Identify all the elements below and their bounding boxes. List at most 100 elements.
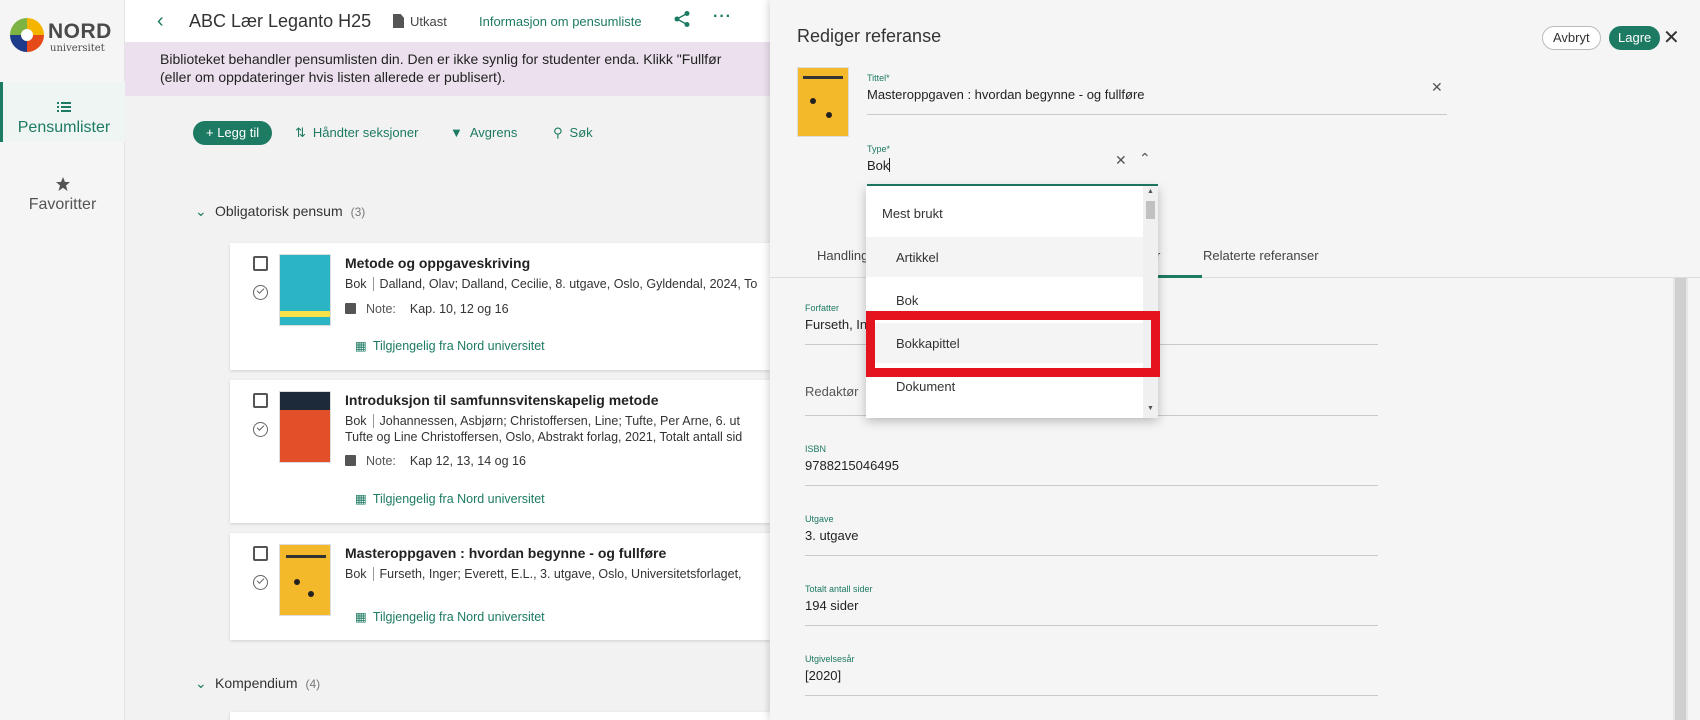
title-field[interactable]: Tittel* Masteroppgaven : hvordan begynne… xyxy=(867,73,1447,115)
sidebar-item-pensumlister[interactable]: Pensumlister xyxy=(0,82,125,142)
select-checkbox[interactable] xyxy=(253,393,268,408)
pages-field-label: Totalt antall sider xyxy=(805,584,873,594)
search-label: Søk xyxy=(569,125,593,140)
filter-button[interactable]: ▼ Avgrens xyxy=(450,125,517,140)
year-field[interactable]: Utgivelsesår [2020] xyxy=(805,654,1378,696)
book-cover-image xyxy=(797,67,849,137)
pages-field-value[interactable]: 194 sider xyxy=(805,598,1378,613)
item-note: Note: Kap 12, 13, 14 og 16 xyxy=(345,454,526,468)
dropdown-option-bokkapittel[interactable]: Bokkapittel xyxy=(866,323,1143,363)
isbn-field-underline xyxy=(805,485,1378,486)
filter-label: Avgrens xyxy=(469,125,518,140)
title-field-value[interactable]: Masteroppgaven : hvordan begynne - og fu… xyxy=(867,87,1447,102)
list-item[interactable]: Metode og oppgaveskriving Bok Dalland, Ol… xyxy=(230,243,770,370)
edition-field-underline xyxy=(805,555,1378,556)
save-button[interactable]: Lagre xyxy=(1609,26,1661,50)
sort-icon: ⇅ xyxy=(295,125,306,140)
isbn-field[interactable]: ISBN 9788215046495 xyxy=(805,444,1378,486)
dropdown-scrollbar-thumb[interactable] xyxy=(1146,201,1155,219)
availability-text: Tilgjengelig fra Nord universitet xyxy=(372,610,545,624)
manage-sections-label: Håndter seksjoner xyxy=(312,125,419,140)
select-checkbox[interactable] xyxy=(253,546,268,561)
dropdown-option-bok[interactable]: Bok xyxy=(866,280,1143,320)
list-item[interactable]: Introduksjon til samfunnsvitenskapelig m… xyxy=(230,380,770,523)
close-icon[interactable]: ✕ xyxy=(1663,26,1680,50)
panel-scrollbar[interactable] xyxy=(1673,278,1688,720)
section-title: Obligatorisk pensum xyxy=(215,203,343,219)
select-checkbox[interactable] xyxy=(253,256,268,271)
pages-field[interactable]: Totalt antall sider 194 sider xyxy=(805,584,1378,626)
year-field-underline xyxy=(805,695,1378,696)
list-info-link[interactable]: Informasjon om pensumliste xyxy=(479,14,642,29)
note-text: Kap 12, 13, 14 og 16 xyxy=(409,454,526,468)
more-options-icon[interactable]: ··· xyxy=(713,8,732,26)
scroll-down-arrow-icon[interactable]: ▼ xyxy=(1147,405,1154,412)
tab-handling[interactable]: Handling xyxy=(817,248,868,263)
availability-link[interactable]: ▦ Tilgjengelig fra Nord universitet xyxy=(355,338,545,353)
item-meta-text: Johannessen, Asbjørn; Christoffersen, Li… xyxy=(379,414,740,428)
reading-list-main: ‹ ABC Lær Leganto H25 Utkast Informasjon… xyxy=(125,0,770,720)
panel-scrollbar-thumb[interactable] xyxy=(1675,278,1686,720)
pages-field-underline xyxy=(805,625,1378,626)
search-button[interactable]: ⚲ Søk xyxy=(553,125,593,141)
item-meta: Bok Johannessen, Asbjørn; Christoffersen,… xyxy=(345,413,742,445)
item-meta: Bok Furseth, Inger; Everett, E.L., 3. utg… xyxy=(345,566,742,582)
book-cover-image xyxy=(279,544,331,616)
book-cover-image xyxy=(279,254,331,326)
type-field[interactable]: Type* Bok ✕ ⌃ xyxy=(867,144,1158,186)
note-label: Note: xyxy=(366,454,396,468)
manage-sections-button[interactable]: ⇅ Håndter seksjoner xyxy=(295,125,418,141)
scroll-up-arrow-icon[interactable]: ▲ xyxy=(1147,188,1154,195)
item-title[interactable]: Masteroppgaven : hvordan begynne - og fu… xyxy=(345,545,666,561)
cancel-button[interactable]: Avbryt xyxy=(1542,26,1601,50)
type-input-text: Bok xyxy=(867,158,890,173)
complete-check-icon[interactable] xyxy=(253,575,268,590)
library-icon: ▦ xyxy=(355,339,367,353)
panel-title: Rediger referanse xyxy=(797,26,942,46)
item-title[interactable]: Introduksjon til samfunnsvitenskapelig m… xyxy=(345,392,659,408)
complete-check-icon[interactable] xyxy=(253,422,268,437)
availability-link[interactable]: ▦ Tilgjengelig fra Nord universitet xyxy=(355,491,545,506)
year-field-value[interactable]: [2020] xyxy=(805,668,1378,683)
isbn-field-value[interactable]: 9788215046495 xyxy=(805,458,1378,473)
dropdown-option-artikkel[interactable]: Artikkel xyxy=(866,237,1143,277)
chevron-up-icon[interactable]: ⌃ xyxy=(1139,150,1151,167)
edition-field[interactable]: Utgave 3. utgave xyxy=(805,514,1378,556)
edition-field-value[interactable]: 3. utgave xyxy=(805,528,1378,543)
section-header-kompendium[interactable]: ⌄ Kompendium (4) xyxy=(195,675,320,692)
library-icon: ▦ xyxy=(355,492,367,506)
year-field-label: Utgivelsesår xyxy=(805,654,855,664)
share-icon[interactable] xyxy=(673,10,691,28)
item-title[interactable]: Metode og oppgaveskriving xyxy=(345,255,530,271)
processing-banner: Biblioteket behandler pensumlisten din. … xyxy=(125,42,770,96)
dropdown-scrollbar[interactable]: ▲ ▼ xyxy=(1143,186,1158,418)
item-type: Bok xyxy=(345,277,374,291)
sidebar-item-label: Pensumlister xyxy=(17,119,111,136)
list-item[interactable] xyxy=(230,712,770,720)
document-icon xyxy=(393,14,404,28)
add-button[interactable]: + Legg til xyxy=(193,121,273,145)
dropdown-option-dokument[interactable]: Dokument xyxy=(866,366,1143,406)
note-icon xyxy=(345,303,356,314)
nord-universitet-logo[interactable]: NORD universitet xyxy=(10,16,120,56)
tab-relaterte-referanser[interactable]: Relaterte referanser xyxy=(1203,248,1319,263)
list-icon xyxy=(57,102,71,112)
page-header: ‹ ABC Lær Leganto H25 Utkast Informasjon… xyxy=(125,0,770,42)
section-header-obligatorisk[interactable]: ⌄ Obligatorisk pensum (3) xyxy=(195,203,365,220)
section-title: Kompendium xyxy=(215,675,298,691)
complete-check-icon[interactable] xyxy=(253,285,268,300)
list-item[interactable]: Masteroppgaven : hvordan begynne - og fu… xyxy=(230,533,770,640)
book-cover-image xyxy=(279,391,331,463)
library-icon: ▦ xyxy=(355,610,367,624)
clear-type-icon[interactable]: ✕ xyxy=(1115,152,1127,169)
clear-title-icon[interactable]: ✕ xyxy=(1431,79,1443,96)
item-meta: Bok Dalland, Olav; Dalland, Cecilie, 8. u… xyxy=(345,276,757,292)
sidebar-item-favoritter[interactable]: Favoritter xyxy=(0,176,125,226)
item-type: Bok xyxy=(345,414,374,428)
availability-link[interactable]: ▦ Tilgjengelig fra Nord universitet xyxy=(355,609,545,624)
dropdown-group-label: Mest brukt xyxy=(882,206,943,221)
back-icon[interactable]: ‹ xyxy=(157,10,164,33)
search-icon: ⚲ xyxy=(553,125,563,140)
star-icon xyxy=(55,177,70,191)
item-meta-text: Dalland, Olav; Dalland, Cecilie, 8. utga… xyxy=(379,277,758,291)
